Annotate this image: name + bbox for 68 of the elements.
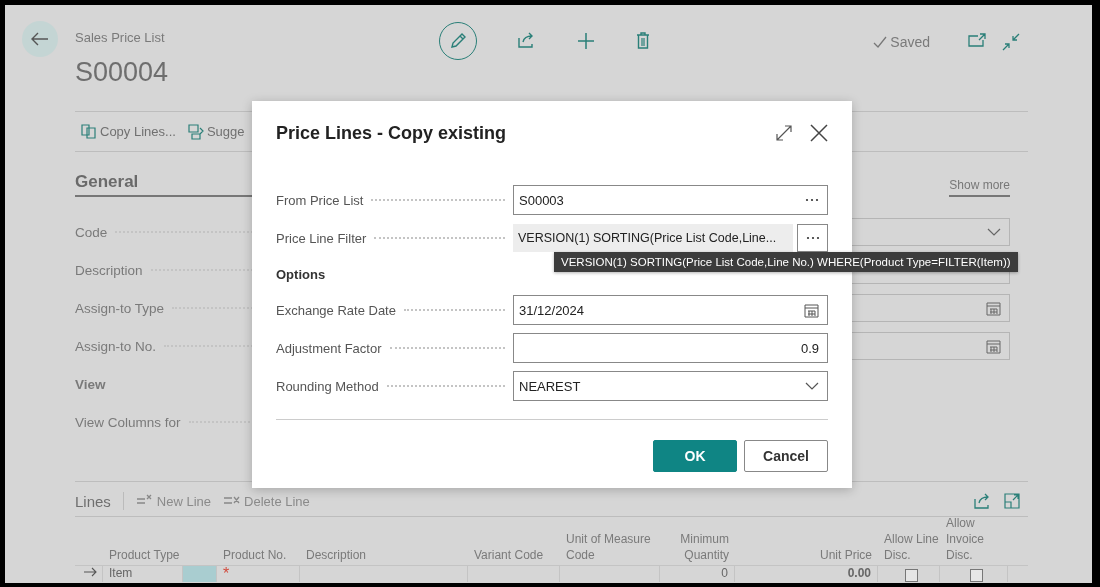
share-icon[interactable] [974, 493, 992, 509]
collapse-icon[interactable] [1002, 33, 1020, 51]
group-heading: View [75, 376, 106, 392]
delete-icon[interactable] [636, 32, 650, 49]
chevron-down-icon [805, 382, 819, 390]
checkbox[interactable] [970, 569, 983, 582]
table-cell: 0 [721, 566, 728, 580]
back-button[interactable] [22, 21, 58, 57]
column-header[interactable]: Unit Price [741, 547, 872, 563]
field-label: From Price List [276, 192, 364, 208]
page-caption: Sales Price List [75, 30, 166, 45]
field-label: Exchange Rate Date [276, 302, 396, 318]
date-field[interactable]: 31/12/2024 [513, 295, 828, 325]
add-icon[interactable] [577, 32, 595, 50]
column-header[interactable]: Description [306, 547, 468, 563]
chevron-down-icon [987, 228, 1001, 236]
expand-icon[interactable] [1004, 493, 1020, 509]
column-header[interactable]: Product No. [223, 547, 300, 563]
close-icon[interactable] [810, 124, 828, 142]
column-header[interactable]: Product Type [109, 547, 217, 563]
ellipsis-icon [805, 236, 820, 240]
page-title: S00004 [75, 57, 170, 88]
checkmark-icon [873, 36, 888, 48]
saved-status: Saved [890, 34, 930, 50]
field-label: Assign-to Type [75, 300, 165, 316]
ok-button[interactable]: OK [653, 440, 737, 472]
lookup-field[interactable]: S00003 [513, 185, 828, 215]
row-indicator-arrow-icon [83, 567, 97, 577]
calendar-icon [986, 300, 1001, 316]
table-cell: 0.00 [847, 566, 871, 580]
input-field[interactable]: 0.9 [513, 333, 828, 363]
calendar-icon [804, 302, 819, 318]
field-label: Description [75, 262, 143, 278]
show-more-link[interactable]: Show more [949, 178, 1010, 197]
field-label: Rounding Method [276, 378, 379, 394]
action-button[interactable]: Copy Lines... [81, 124, 176, 139]
ellipsis-icon [805, 198, 819, 202]
dropdown-field[interactable]: NEAREST [513, 371, 828, 401]
open-in-new-window-icon[interactable] [968, 33, 986, 47]
cancel-button[interactable]: Cancel [744, 440, 828, 472]
required-mark: * [223, 566, 230, 582]
tooltip: VERSION(1) SORTING(Price List Code,Line No.) WHERE(Product Type=FILTER(Item)) [554, 252, 1018, 272]
more-button[interactable] [797, 224, 828, 252]
column-header[interactable]: Minimum Quantity [666, 531, 729, 563]
column-header[interactable]: Variant Code [474, 547, 560, 563]
suggest-icon [187, 123, 204, 140]
calendar-icon [986, 338, 1001, 354]
field-label: Price Line Filter [276, 230, 367, 246]
action-button[interactable]: Sugge [187, 123, 245, 140]
dialog-title: Price Lines - Copy existing [276, 122, 508, 144]
section-heading: Lines [75, 492, 111, 510]
field-label: View Columns for [75, 414, 181, 430]
pencil-icon [449, 32, 467, 50]
field-label: Code [75, 224, 108, 240]
filter-value: VERSION(1) SORTING(Price List Code,Line... [513, 224, 793, 252]
expand-icon[interactable] [776, 125, 792, 141]
checkbox[interactable] [905, 569, 918, 582]
field-label: Adjustment Factor [276, 340, 382, 356]
group-heading: Options [276, 266, 326, 282]
column-header[interactable]: Unit of Measure Code [566, 531, 660, 563]
column-header[interactable]: Allow Line Disc. [884, 531, 940, 563]
back-arrow-icon [31, 32, 49, 46]
column-header[interactable]: Allow Invoice Disc. [946, 515, 1008, 563]
share-icon[interactable] [518, 32, 536, 48]
field-label: Assign-to No. [75, 338, 157, 354]
selected-cell[interactable] [183, 566, 217, 582]
table-cell: Item [109, 566, 133, 580]
copy-icon [81, 124, 97, 139]
